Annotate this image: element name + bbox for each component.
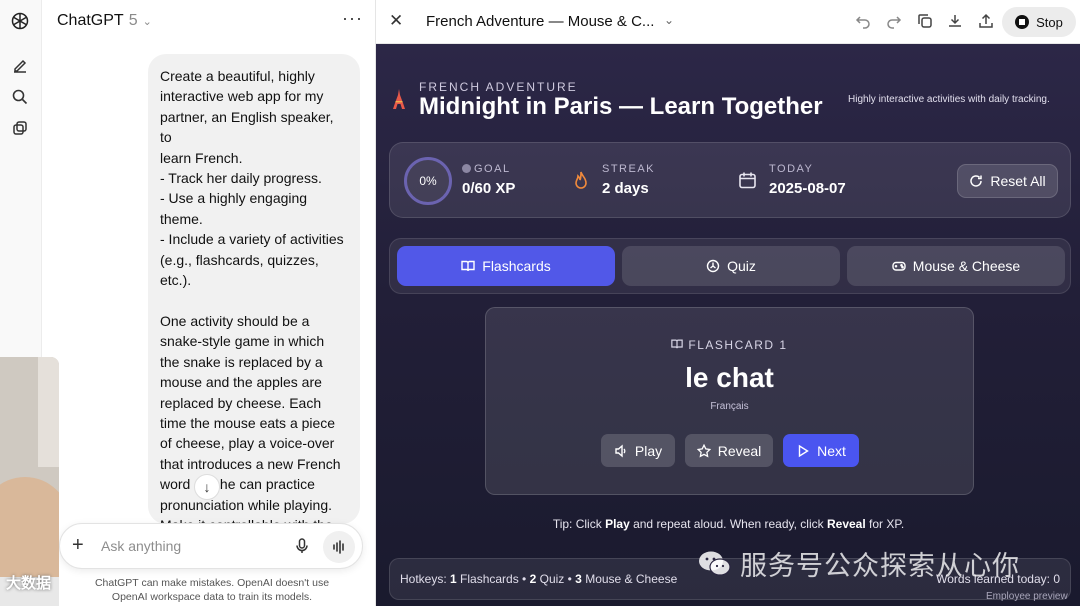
- book-icon: [671, 339, 684, 349]
- streak-value: 2 days: [602, 180, 649, 197]
- tip-middle: and repeat aloud. When ready, click: [629, 517, 827, 531]
- doc-title[interactable]: French Adventure — Mouse & C...: [426, 13, 654, 30]
- arrow-down-icon: ↓: [203, 479, 211, 495]
- tab-label: Mouse & Cheese: [912, 258, 1021, 274]
- progress-ring: 0%: [404, 157, 452, 205]
- flashcard-header: FLASHCARD 1: [486, 338, 973, 352]
- canvas-panel: ✕ French Adventure — Mouse & C... ⌄ Stop…: [375, 0, 1080, 606]
- more-options-icon[interactable]: ···: [342, 8, 363, 29]
- goal-label-row: GOAL: [462, 163, 511, 175]
- reveal-label: Reveal: [717, 442, 762, 459]
- speaker-icon: [615, 443, 626, 458]
- plus-icon[interactable]: +: [72, 534, 84, 557]
- stop-label: Stop: [1036, 14, 1063, 30]
- hotkey-1-label: Flashcards •: [456, 572, 530, 586]
- today-label: TODAY: [769, 163, 814, 175]
- stats-bar: 0% GOAL 0/60 XP STREAK 2 days TODAY 2025…: [389, 142, 1071, 218]
- chat-column: ChatGPT 5 ⌄ ··· Create a beautiful, high…: [42, 0, 375, 606]
- stop-icon: [1015, 15, 1030, 29]
- play-triangle-icon: [798, 444, 809, 457]
- next-label: Next: [817, 442, 846, 459]
- employee-preview: Employee preview: [986, 591, 1068, 602]
- tip-play: Play: [605, 517, 630, 531]
- composer-input[interactable]: Ask anything: [101, 538, 181, 554]
- new-chat-icon[interactable]: [10, 56, 30, 76]
- flame-icon: [575, 171, 587, 189]
- refresh-icon: [970, 175, 983, 187]
- reset-all-button[interactable]: Reset All: [957, 164, 1058, 198]
- tab-mouse-cheese[interactable]: Mouse & Cheese: [847, 246, 1065, 286]
- play-label: Play: [634, 442, 663, 459]
- disclaimer: ChatGPT can make mistakes. OpenAI doesn'…: [94, 577, 330, 603]
- video-background: [38, 357, 59, 467]
- app-preview: FRENCH ADVENTURE Midnight in Paris — Lea…: [376, 44, 1080, 606]
- star-icon: [696, 443, 711, 457]
- quiz-icon: [706, 259, 720, 273]
- today-value: 2025-08-07: [769, 180, 846, 197]
- reveal-button[interactable]: Reveal: [685, 434, 773, 467]
- redo-icon[interactable]: [885, 12, 903, 30]
- waveform-icon: [333, 540, 344, 554]
- copy-icon[interactable]: [916, 12, 934, 30]
- flashcard: FLASHCARD 1 le chat Français Play Reveal…: [485, 307, 974, 495]
- webcam-overlay: [0, 357, 59, 606]
- scroll-down-button[interactable]: ↓: [194, 474, 220, 500]
- next-button[interactable]: Next: [783, 434, 859, 467]
- flashcard-number: FLASHCARD 1: [688, 338, 788, 352]
- watermark-left: 大数据: [6, 575, 52, 592]
- library-icon[interactable]: [10, 118, 30, 138]
- microphone-icon[interactable]: [293, 537, 311, 555]
- goal-label: GOAL: [474, 163, 511, 175]
- tab-label: Quiz: [727, 258, 756, 274]
- stop-button[interactable]: Stop: [1002, 7, 1076, 37]
- tab-quiz[interactable]: Quiz: [622, 246, 840, 286]
- app-title: ChatGPT: [57, 12, 124, 29]
- hotkey-1: 1: [450, 572, 457, 586]
- tip-reveal: Reveal: [826, 517, 866, 531]
- app-tagline: Highly interactive activities with daily…: [848, 94, 1050, 105]
- goal-value: 0/60 XP: [462, 180, 516, 197]
- model-version: 5: [128, 12, 138, 29]
- eiffel-tower-icon: [393, 89, 405, 109]
- hotkey-3: 3: [575, 572, 582, 586]
- tab-flashcards[interactable]: Flashcards: [397, 246, 615, 286]
- book-icon: [461, 260, 475, 272]
- chevron-down-icon: ⌄: [142, 15, 152, 28]
- tip-prefix: Tip: Click: [552, 517, 606, 531]
- user-message: Create a beautiful, highly interactive w…: [148, 54, 360, 524]
- watermark-text: 服务号公众探索从心你: [740, 551, 1020, 581]
- download-icon[interactable]: [946, 12, 964, 30]
- openai-logo-icon[interactable]: [10, 11, 30, 31]
- tip-text: Tip: Click Play and repeat aloud. When r…: [376, 517, 1080, 531]
- composer: + Ask anything: [59, 523, 363, 569]
- progress-percent: 0%: [419, 174, 437, 188]
- calendar-icon: [739, 172, 756, 189]
- hotkeys-text: Hotkeys: 1 Flashcards • 2 Quiz • 3 Mouse…: [400, 572, 677, 586]
- search-icon[interactable]: [10, 87, 30, 107]
- goal-icon: [462, 164, 471, 173]
- close-icon[interactable]: ✕: [389, 11, 403, 31]
- model-selector[interactable]: ChatGPT 5 ⌄: [57, 12, 152, 30]
- app-title: Midnight in Paris — Learn Together: [419, 93, 823, 120]
- watermark: 服务号公众探索从心你: [698, 544, 1020, 583]
- play-button[interactable]: Play: [601, 434, 675, 467]
- share-icon[interactable]: [977, 12, 995, 30]
- gamepad-icon: [892, 261, 906, 271]
- app-eyebrow: FRENCH ADVENTURE: [419, 80, 578, 94]
- chevron-down-icon[interactable]: ⌄: [664, 13, 674, 27]
- activity-tabs: Flashcards Quiz Mouse & Cheese: [389, 238, 1071, 294]
- voice-mode-button[interactable]: [323, 531, 355, 563]
- flashcard-language: Français: [710, 401, 749, 412]
- undo-icon[interactable]: [854, 12, 872, 30]
- tip-suffix: for XP.: [865, 517, 905, 531]
- tab-label: Flashcards: [482, 258, 551, 274]
- streak-label: STREAK: [602, 163, 656, 175]
- wechat-logo-icon: [699, 551, 731, 576]
- hotkey-3-label: Mouse & Cheese: [581, 572, 678, 586]
- reset-label: Reset All: [990, 173, 1046, 189]
- hotkey-2-label: Quiz •: [536, 572, 576, 586]
- canvas-topbar: ✕ French Adventure — Mouse & C... ⌄ Stop: [376, 0, 1080, 44]
- flashcard-word: le chat: [685, 362, 774, 393]
- hotkeys-prefix: Hotkeys:: [400, 572, 451, 586]
